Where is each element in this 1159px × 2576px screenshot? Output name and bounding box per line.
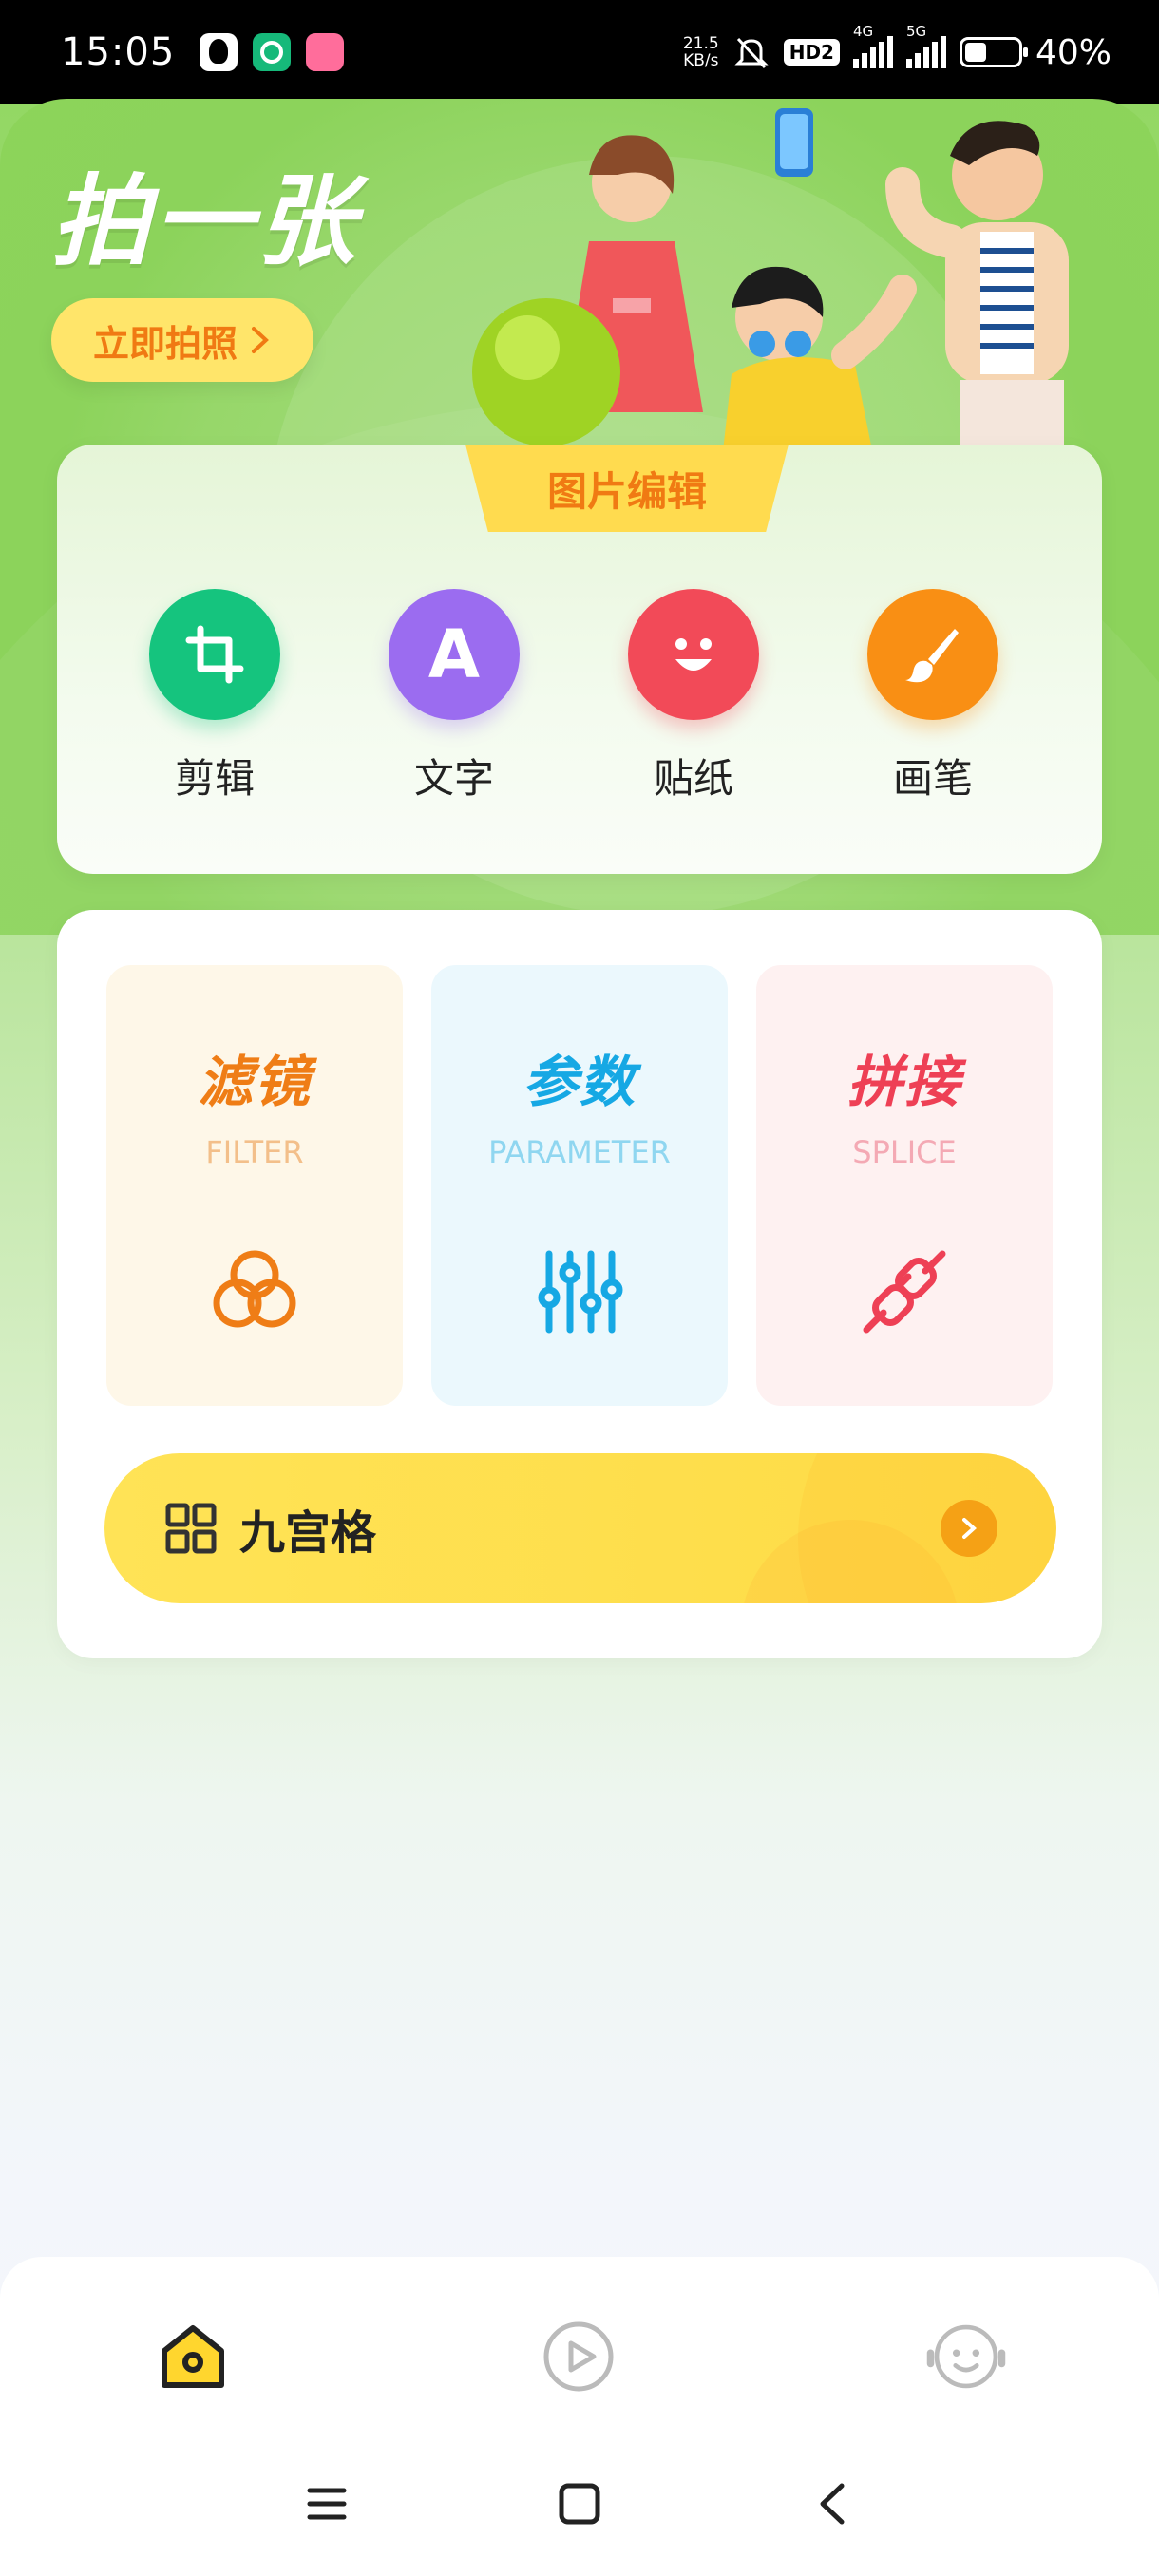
tool-crop[interactable]: 剪辑 [95, 589, 334, 805]
tool-sticker-label: 贴纸 [653, 755, 733, 802]
home-square-icon[interactable] [551, 2475, 608, 2532]
filter-title: 滤镜 [197, 1050, 312, 1114]
battery-fill [964, 43, 986, 62]
parameter-title: 参数 [522, 1050, 636, 1114]
chevron-right-circle-icon [940, 1500, 998, 1557]
hd-badge: HD2 [783, 39, 840, 66]
image-edit-card: 图片编辑 剪辑 A 文字 贴纸 画笔 [57, 445, 1102, 874]
signal-5g-icon: 5G [905, 23, 946, 68]
sliders-icon [538, 1250, 623, 1334]
signal-4g-icon: 4G [852, 23, 893, 68]
bottom-tab-bar [0, 2257, 1159, 2576]
home-icon [162, 2325, 224, 2388]
qq-icon [200, 33, 238, 71]
parameter-subtitle: PARAMETER [488, 1134, 671, 1170]
status-bar: 15:05 21.5 KB/s HD2 4G 5G 40% [0, 0, 1159, 104]
network-speed-value: 21.5 [682, 34, 719, 53]
nine-grid-label: 九宫格 [239, 1506, 377, 1560]
bilibili-icon [306, 33, 345, 71]
splice-title: 拼接 [846, 1050, 961, 1114]
hero-title: 拍一张 [51, 163, 360, 279]
filter-card[interactable]: 滤镜 FILTER [106, 965, 403, 1406]
smiley-face-icon [926, 2324, 1006, 2389]
brush-icon [867, 589, 998, 720]
feature-card: 滤镜 FILTER 参数 PARAMETER 拼接 SPLICE 九宫格 [57, 910, 1102, 1658]
crop-icon [149, 589, 280, 720]
sticker-smile-icon [628, 589, 759, 720]
tool-text-label: 文字 [413, 755, 494, 802]
text-a-icon: A [389, 589, 520, 720]
edit-tools: 剪辑 A 文字 贴纸 画笔 [57, 589, 1102, 805]
text-a-glyph: A [428, 616, 481, 693]
plug-link-icon [863, 1250, 946, 1334]
take-photo-label: 立即拍照 [92, 322, 238, 365]
play-circle-icon [543, 2321, 614, 2392]
tool-text[interactable]: A 文字 [334, 589, 574, 805]
splice-subtitle: SPLICE [852, 1134, 957, 1170]
tool-brush-label: 画笔 [892, 755, 973, 802]
battery-icon [959, 37, 1028, 67]
family-illustration [472, 108, 1069, 460]
status-right: 21.5 KB/s HD2 4G 5G 40% [683, 23, 1112, 72]
tab-video[interactable] [536, 2314, 621, 2399]
status-time: 15:05 [61, 30, 176, 74]
signal-5g-label: 5G [905, 23, 927, 40]
nine-grid-button[interactable]: 九宫格 [104, 1453, 1056, 1603]
tab-home[interactable] [150, 2314, 236, 2399]
signal-4g-label: 4G [852, 23, 874, 40]
splice-card[interactable]: 拼接 SPLICE [756, 965, 1053, 1406]
tool-brush[interactable]: 画笔 [813, 589, 1053, 805]
grid-icon [165, 1503, 217, 1554]
image-edit-tab: 图片编辑 [466, 445, 788, 532]
parameter-card[interactable]: 参数 PARAMETER [431, 965, 728, 1406]
filter-subtitle: FILTER [205, 1134, 304, 1170]
tool-crop-label: 剪辑 [174, 755, 255, 802]
network-speed-unit: KB/s [683, 51, 719, 70]
back-icon[interactable] [804, 2475, 861, 2532]
tool-sticker[interactable]: 贴纸 [574, 589, 813, 805]
network-speed: 21.5 KB/s [683, 35, 719, 69]
green-app-icon [253, 33, 292, 71]
mute-icon [734, 37, 769, 69]
take-photo-button[interactable]: 立即拍照 [51, 298, 314, 382]
filter-circles-icon [213, 1250, 296, 1328]
battery-percent: 40% [1035, 32, 1112, 72]
tab-profile[interactable] [923, 2314, 1009, 2399]
chevron-right-icon [252, 327, 269, 353]
menu-icon[interactable] [298, 2475, 355, 2532]
